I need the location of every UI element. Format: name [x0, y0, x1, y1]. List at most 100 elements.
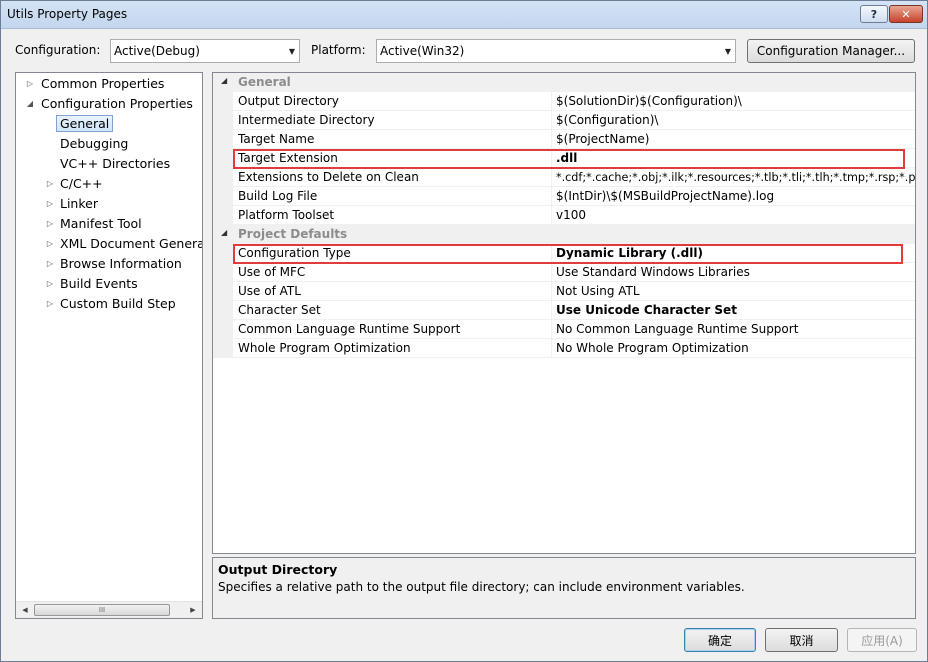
column-divider[interactable]	[551, 111, 552, 130]
apply-button[interactable]: 应用(A)	[847, 628, 917, 652]
category-label: General	[238, 75, 291, 89]
tree-item-general[interactable]: General	[56, 115, 114, 133]
property-row-intermediate-directory[interactable]: Intermediate Directory $(Configuration)\	[213, 111, 915, 130]
column-divider[interactable]	[551, 130, 552, 149]
property-row-character-set[interactable]: Character Set Use Unicode Character Set	[213, 301, 915, 320]
tree-item-manifest-tool[interactable]: Manifest Tool	[60, 215, 142, 233]
column-divider[interactable]	[551, 301, 552, 320]
tree-item-debugging[interactable]: Debugging	[60, 135, 128, 153]
property-value[interactable]: $(ProjectName)	[556, 132, 649, 146]
property-value[interactable]: No Common Language Runtime Support	[556, 322, 798, 336]
collapse-icon[interactable]: ◢	[221, 76, 227, 85]
window-title: Utils Property Pages	[7, 7, 128, 21]
platform-select[interactable]: Active(Win32) ▼	[376, 39, 736, 63]
expand-icon[interactable]: ▷	[45, 275, 55, 293]
property-row-whole-program-optimization[interactable]: Whole Program Optimization No Whole Prog…	[213, 339, 915, 358]
property-value[interactable]: Use Standard Windows Libraries	[556, 265, 750, 279]
tree-item-browse-information[interactable]: Browse Information	[60, 255, 182, 273]
property-value[interactable]: $(IntDir)\$(MSBuildProjectName).log	[556, 189, 774, 203]
tree-item-linker[interactable]: Linker	[60, 195, 98, 213]
column-divider[interactable]	[551, 320, 552, 339]
property-row-target-name[interactable]: Target Name $(ProjectName)	[213, 130, 915, 149]
property-row-platform-toolset[interactable]: Platform Toolset v100	[213, 206, 915, 225]
ok-button[interactable]: 确定	[684, 628, 756, 652]
category-general[interactable]: ◢ General	[213, 73, 915, 92]
column-divider[interactable]	[551, 168, 552, 187]
cancel-button[interactable]: 取消	[765, 628, 838, 652]
column-divider[interactable]	[551, 263, 552, 282]
property-row-extensions-to-delete[interactable]: Extensions to Delete on Clean *.cdf;*.ca…	[213, 168, 915, 187]
tree-item-configuration-properties[interactable]: Configuration Properties	[41, 95, 193, 113]
tree-item-build-events[interactable]: Build Events	[60, 275, 138, 293]
row-gutter	[213, 301, 233, 320]
tree-item-custom-build-step[interactable]: Custom Build Step	[60, 295, 176, 313]
expand-icon[interactable]: ▷	[45, 215, 55, 233]
property-row-use-of-atl[interactable]: Use of ATL Not Using ATL	[213, 282, 915, 301]
category-project-defaults[interactable]: ◢ Project Defaults	[213, 225, 915, 244]
property-row-clr-support[interactable]: Common Language Runtime Support No Commo…	[213, 320, 915, 339]
title-bar[interactable]: Utils Property Pages ? ✕	[1, 1, 927, 29]
row-gutter	[213, 339, 233, 358]
property-value[interactable]: v100	[556, 208, 586, 222]
tree-item-xml-document-generator[interactable]: XML Document Generat	[60, 235, 202, 253]
configuration-value: Active(Debug)	[114, 44, 200, 58]
property-name: Build Log File	[238, 189, 318, 203]
scrollbar-thumb[interactable]: III	[34, 604, 170, 616]
expand-icon[interactable]: ▷	[25, 75, 35, 93]
expand-icon[interactable]: ▷	[45, 295, 55, 313]
property-row-build-log-file[interactable]: Build Log File $(IntDir)\$(MSBuildProjec…	[213, 187, 915, 206]
property-name: Character Set	[238, 303, 321, 317]
property-name: Platform Toolset	[238, 208, 335, 222]
row-gutter	[213, 92, 233, 111]
tree-item-cpp[interactable]: C/C++	[60, 175, 103, 193]
property-grid[interactable]: ◢ General Output Directory $(SolutionDir…	[212, 72, 916, 554]
row-gutter	[213, 282, 233, 301]
property-row-output-directory[interactable]: Output Directory $(SolutionDir)$(Configu…	[213, 92, 915, 111]
expand-icon[interactable]: ▷	[45, 235, 55, 253]
property-value[interactable]: $(SolutionDir)$(Configuration)\	[556, 94, 742, 108]
collapse-icon[interactable]: ◢	[25, 95, 35, 113]
property-value[interactable]: No Whole Program Optimization	[556, 341, 749, 355]
property-tree[interactable]: ▷ Common Properties ◢ Configuration Prop…	[15, 72, 203, 619]
expand-icon[interactable]: ▷	[45, 255, 55, 273]
close-button[interactable]: ✕	[889, 5, 923, 23]
chevron-down-icon: ▼	[288, 46, 296, 56]
property-value[interactable]: *.cdf;*.cache;*.obj;*.ilk;*.resources;*.…	[556, 171, 915, 184]
property-value[interactable]: $(Configuration)\	[556, 113, 658, 127]
tree-item-vc-directories[interactable]: VC++ Directories	[60, 155, 170, 173]
platform-value: Active(Win32)	[380, 44, 465, 58]
column-divider[interactable]	[551, 282, 552, 301]
column-divider[interactable]	[551, 339, 552, 358]
scroll-left-icon[interactable]: ◀	[18, 604, 32, 616]
property-name: Common Language Runtime Support	[238, 322, 461, 336]
category-label: Project Defaults	[238, 227, 348, 241]
tree-item-common-properties[interactable]: Common Properties	[41, 75, 164, 93]
description-title: Output Directory	[218, 562, 338, 577]
column-divider[interactable]	[551, 187, 552, 206]
annotation-highlight-box	[233, 149, 905, 169]
scroll-right-icon[interactable]: ▶	[186, 604, 200, 616]
property-name: Use of ATL	[238, 284, 301, 298]
property-row-use-of-mfc[interactable]: Use of MFC Use Standard Windows Librarie…	[213, 263, 915, 282]
row-gutter	[213, 111, 233, 130]
collapse-icon[interactable]: ◢	[221, 228, 227, 237]
help-button[interactable]: ?	[860, 5, 888, 23]
property-value[interactable]: Not Using ATL	[556, 284, 640, 298]
tree-horizontal-scrollbar[interactable]: ◀ III ▶	[16, 601, 202, 618]
column-divider[interactable]	[551, 92, 552, 111]
property-name: Use of MFC	[238, 265, 306, 279]
platform-label: Platform:	[311, 43, 366, 57]
configuration-select[interactable]: Active(Debug) ▼	[110, 39, 300, 63]
expand-icon[interactable]: ▷	[45, 195, 55, 213]
tree-item-label: Configuration Properties	[41, 96, 193, 111]
tree-item-label: C/C++	[60, 176, 103, 191]
chevron-down-icon: ▼	[724, 46, 732, 56]
column-divider[interactable]	[551, 206, 552, 225]
configuration-label: Configuration:	[15, 43, 101, 57]
expand-icon[interactable]: ▷	[45, 175, 55, 193]
property-pages-window: Utils Property Pages ? ✕ Configuration: …	[0, 0, 928, 662]
row-gutter	[213, 187, 233, 206]
configuration-manager-button[interactable]: Configuration Manager...	[747, 39, 915, 63]
row-gutter	[213, 206, 233, 225]
property-value[interactable]: Use Unicode Character Set	[556, 303, 737, 317]
